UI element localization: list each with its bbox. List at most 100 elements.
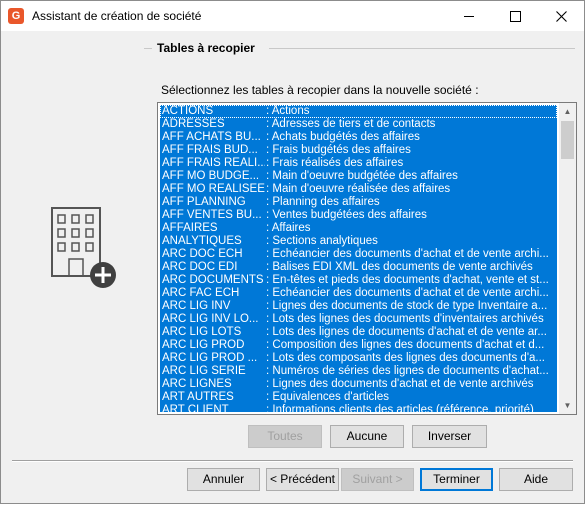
previous-button[interactable]: < Précédent <box>266 468 339 491</box>
table-code: AFF VENTES BU... <box>162 209 262 221</box>
app-logo-icon: G <box>8 8 24 24</box>
list-item[interactable]: AFF FRAIS BUD... : Frais budgétés des aff… <box>160 144 557 157</box>
table-code: ARC LIG PROD <box>162 339 245 351</box>
close-icon <box>555 10 567 22</box>
table-description: : Lots des composants des lignes des doc… <box>266 352 545 364</box>
table-description: : Adresses de tiers et de contacts <box>266 118 436 130</box>
list-item[interactable]: ART CLIENT : Informations clients des art… <box>160 404 557 412</box>
list-item[interactable]: ARC LIG INV LO... : Lots des lignes des d… <box>160 313 557 326</box>
table-code: ARC LIGNES <box>162 378 232 390</box>
table-description: : Planning des affaires <box>266 196 380 208</box>
group-divider <box>144 48 152 49</box>
table-description: : Main d'oeuvre réalisée des affaires <box>266 183 451 195</box>
group-title: Tables à recopier <box>157 41 255 55</box>
table-description: : Echéancier des documents d'achat et de… <box>266 287 549 299</box>
table-code: ART CLIENT <box>162 404 229 412</box>
table-description: : Composition des lignes des documents d… <box>266 339 545 351</box>
table-description: : Numéros de séries des lignes de docume… <box>266 365 549 377</box>
list-item[interactable]: AFF MO REALISEE: Main d'oeuvre réalisée … <box>160 183 557 196</box>
maximize-button[interactable] <box>492 1 538 31</box>
instruction-label: Sélectionnez les tables à recopier dans … <box>161 83 479 97</box>
table-code: ARC DOCUMENTS <box>162 274 264 286</box>
close-button[interactable] <box>538 1 584 31</box>
select-all-button[interactable]: Toutes <box>248 425 322 448</box>
help-button[interactable]: Aide <box>499 468 573 491</box>
maximize-icon <box>509 10 521 22</box>
table-code: ANALYTIQUES <box>162 235 242 247</box>
table-description: : Actions <box>266 105 310 117</box>
scroll-thumb[interactable] <box>561 121 574 159</box>
list-item[interactable]: ARC LIG INV : Lignes des documents de sto… <box>160 300 557 313</box>
list-item[interactable]: AFF MO BUDGE... : Main d'oeuvre budgétée … <box>160 170 557 183</box>
table-code: ARC LIG LOTS <box>162 326 242 338</box>
company-building-add-icon <box>51 207 116 288</box>
list-item[interactable]: ARC DOC EDI: Balises EDI XML des documen… <box>160 261 557 274</box>
vertical-scrollbar[interactable]: ▲ ▼ <box>559 103 576 414</box>
select-none-button[interactable]: Aucune <box>330 425 404 448</box>
finish-button[interactable]: Terminer <box>420 468 493 491</box>
table-description: : Affaires <box>266 222 311 234</box>
table-code: AFF FRAIS REALI... <box>162 157 265 169</box>
list-item[interactable]: ARC LIG PROD ... : Lots des composants de… <box>160 352 557 365</box>
table-description: : Balises EDI XML des documents de vente… <box>266 261 533 273</box>
table-code: ADRESSES <box>162 118 225 130</box>
table-code: ARC LIG SERIE <box>162 365 246 377</box>
list-item[interactable]: ARC LIG LOTS : Lots des lignes de documen… <box>160 326 557 339</box>
table-code: ART AUTRES <box>162 391 234 403</box>
list-item[interactable]: ART AUTRES : Equivalences d'articles <box>160 391 557 404</box>
title-bar: G Assistant de création de société <box>1 1 584 31</box>
list-item[interactable]: AFF VENTES BU...: Ventes budgétées des a… <box>160 209 557 222</box>
next-button[interactable]: Suivant > <box>341 468 414 491</box>
table-description: : Lots des lignes de documents d'achat e… <box>266 326 547 338</box>
list-item[interactable]: ARC DOCUMENTS: En-têtes et pieds des doc… <box>160 274 557 287</box>
table-code: ARC LIG INV <box>162 300 231 312</box>
table-description: : Lots des lignes des documents d'invent… <box>266 313 544 325</box>
assistant-window: G Assistant de création de société Table… <box>0 0 585 504</box>
table-description: : Lignes des documents de stock de type … <box>266 300 548 312</box>
table-code: ARC LIG INV LO... <box>162 313 259 325</box>
list-item[interactable]: AFFAIRES : Affaires <box>160 222 557 235</box>
table-description: : Equivalences d'articles <box>266 391 390 403</box>
list-item[interactable]: AFF ACHATS BU... : Achats budgétés des af… <box>160 131 557 144</box>
table-description: : En-têtes et pieds des documents d'acha… <box>266 274 549 286</box>
list-item[interactable]: ADRESSES : Adresses de tiers et de contac… <box>160 118 557 131</box>
invert-selection-button[interactable]: Inverser <box>412 425 487 448</box>
minimize-button[interactable] <box>446 1 492 31</box>
list-item[interactable]: ACTIONS : Actions <box>160 105 557 118</box>
table-description: : Frais budgétés des affaires <box>266 144 411 156</box>
footer-separator-highlight <box>12 461 573 462</box>
table-description: : Lignes des documents d'achat et de ven… <box>266 378 534 390</box>
table-description: : Sections analytiques <box>266 235 378 247</box>
list-item[interactable]: AFF FRAIS REALI...: Frais réalisés des a… <box>160 157 557 170</box>
list-item[interactable]: ANALYTIQUES : Sections analytiques <box>160 235 557 248</box>
table-description: : Achats budgétés des affaires <box>266 131 420 143</box>
table-code: ARC FAC ECH <box>162 287 240 299</box>
list-item[interactable]: ARC LIG SERIE : Numéros de séries des lig… <box>160 365 557 378</box>
table-code: AFF MO REALISEE <box>162 183 265 195</box>
table-code: AFF ACHATS BU... <box>162 131 261 143</box>
list-item[interactable]: ARC LIGNES : Lignes des documents d'achat… <box>160 378 557 391</box>
tables-listbox[interactable]: ACTIONS : Actions ADRESSES : Adresses de ti… <box>157 102 577 415</box>
list-item[interactable]: AFF PLANNING : Planning des affaires <box>160 196 557 209</box>
table-code: ACTIONS <box>162 105 214 117</box>
tables-list[interactable]: ACTIONS : Actions ADRESSES : Adresses de ti… <box>160 105 557 412</box>
cancel-button[interactable]: Annuler <box>187 468 260 491</box>
scroll-down-icon[interactable]: ▼ <box>559 397 576 414</box>
table-code: AFF MO BUDGE... <box>162 170 260 182</box>
table-code: ARC DOC ECH <box>162 248 243 260</box>
table-code: AFFAIRES <box>162 222 218 234</box>
table-code: AFF PLANNING <box>162 196 246 208</box>
list-item[interactable]: ARC FAC ECH : Echéancier des documents d'… <box>160 287 557 300</box>
table-description: : Echéancier des documents d'achat et de… <box>266 248 549 260</box>
table-description: : Informations clients des articles (réf… <box>266 404 534 412</box>
group-divider <box>269 48 575 49</box>
table-code: AFF FRAIS BUD... <box>162 144 258 156</box>
list-item[interactable]: ARC LIG PROD : Composition des lignes des… <box>160 339 557 352</box>
table-description: : Main d'oeuvre budgétée des affaires <box>266 170 458 182</box>
scroll-up-icon[interactable]: ▲ <box>559 103 576 120</box>
list-item[interactable]: ARC DOC ECH : Echéancier des documents d'… <box>160 248 557 261</box>
table-code: ARC LIG PROD ... <box>162 352 258 364</box>
minimize-icon <box>464 15 474 17</box>
window-title: Assistant de création de société <box>32 9 202 23</box>
table-description: : Frais réalisés des affaires <box>266 157 404 169</box>
